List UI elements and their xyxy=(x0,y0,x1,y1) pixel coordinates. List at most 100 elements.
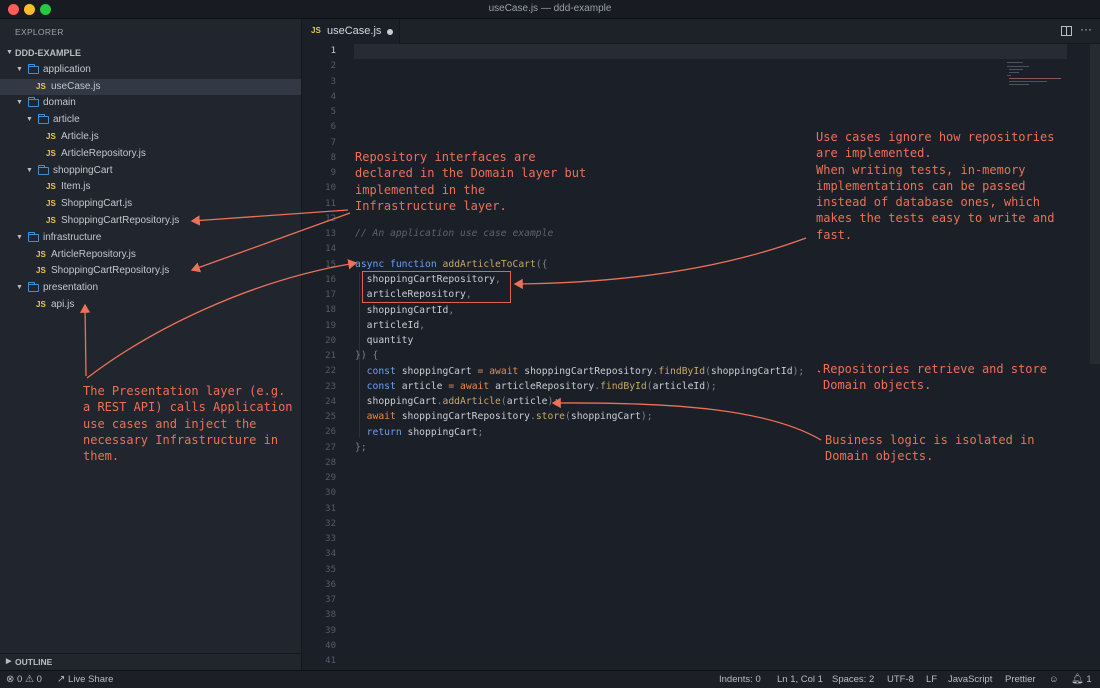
tree-file[interactable]: JS ShoppingCartRepository.js xyxy=(0,213,301,230)
line-number: 40 xyxy=(325,640,336,651)
tree-folder[interactable]: ▼ application xyxy=(0,62,301,79)
problems-indicator[interactable]: ⊗ 0 ⚠ 0 xyxy=(6,671,42,688)
line-number: 11 xyxy=(325,198,336,209)
warning-icon: ⚠ xyxy=(24,674,34,685)
line-number: 16 xyxy=(325,274,336,285)
editor-tab-bar: JS useCase.js ··· xyxy=(302,19,1100,44)
chevron-down-icon: ▼ xyxy=(26,166,33,174)
tree-item-label: application xyxy=(43,63,91,75)
line-number: 23 xyxy=(325,381,336,392)
current-line-highlight xyxy=(354,44,1067,59)
line-number: 41 xyxy=(325,656,336,666)
annotation-use-cases: Use cases ignore how repositories are im… xyxy=(816,130,1055,242)
tree-folder[interactable]: ▼ shoppingCart xyxy=(0,163,301,180)
line-number: 17 xyxy=(325,290,336,300)
line-number: 21 xyxy=(325,351,336,361)
tree-folder[interactable]: ▼ infrastructure xyxy=(0,230,301,247)
annotation-repositories: Repositories retrieve and store Domain o… xyxy=(823,362,1047,393)
tab-label: useCase.js xyxy=(327,25,382,37)
outline-section-header[interactable]: ▶ OUTLINE xyxy=(0,653,301,670)
tree-item-label: ArticleRepository.js xyxy=(51,248,136,260)
explorer-title: EXPLORER xyxy=(15,27,64,37)
line-number: 8 xyxy=(330,152,336,163)
line-number: 25 xyxy=(325,412,336,422)
tree-item-label: Article.js xyxy=(61,130,99,142)
tree-file[interactable]: JS Item.js xyxy=(0,179,301,196)
line-number: 37 xyxy=(325,595,336,605)
folder-icon xyxy=(28,282,39,293)
code-line-22: const shoppingCart = await shoppingCartR… xyxy=(366,366,805,377)
line-number: 20 xyxy=(325,335,336,346)
javascript-file-icon: JS xyxy=(36,299,46,309)
language-mode[interactable]: JavaScript xyxy=(948,671,992,688)
line-number: 29 xyxy=(325,473,336,483)
line-number: 32 xyxy=(325,518,336,529)
code-line-13: // An application use case example xyxy=(355,228,554,239)
annotation-business-logic: Business logic is isolated in Domain obj… xyxy=(825,433,1035,464)
line-number: 33 xyxy=(325,534,336,544)
tree-file[interactable]: JS ShoppingCartRepository.js xyxy=(0,263,301,280)
line-number: 5 xyxy=(330,107,336,117)
editor-scrollbar[interactable] xyxy=(1090,44,1100,364)
tree-root-folder[interactable]: ▼ DDD-EXAMPLE xyxy=(0,45,301,62)
tree-file[interactable]: JS ShoppingCart.js xyxy=(0,196,301,213)
live-share-icon: ↗ xyxy=(57,674,66,685)
line-number: 30 xyxy=(325,488,336,499)
line-number: 18 xyxy=(325,305,336,316)
minimap[interactable] xyxy=(1007,60,1063,86)
bell-icon: 🔔︎ xyxy=(1071,674,1084,685)
code-line-27: }; xyxy=(355,442,367,453)
line-number: 27 xyxy=(325,442,336,453)
spaces-indicator[interactable]: Spaces: 2 xyxy=(832,671,874,688)
code-line-19: articleId, xyxy=(366,320,426,331)
line-number: 24 xyxy=(325,396,336,407)
line-number: 19 xyxy=(325,320,336,331)
tree-item-label: domain xyxy=(43,97,76,109)
status-bar: ⊗ 0 ⚠ 0 ↗ Live Share Indents: 0 Ln 1, Co… xyxy=(0,670,1100,688)
line-number: 14 xyxy=(325,244,336,255)
explorer-sidebar: EXPLORER ▼ DDD-EXAMPLE ▼ application JS use… xyxy=(0,19,302,670)
tree-root-label: DDD-EXAMPLE xyxy=(15,48,82,58)
tree-file[interactable]: JS useCase.js xyxy=(0,78,301,96)
tree-item-label: presentation xyxy=(43,282,99,294)
line-number: 3 xyxy=(330,76,336,87)
error-icon: ⊗ xyxy=(6,674,15,685)
chevron-down-icon: ▼ xyxy=(16,233,23,241)
formatter-indicator[interactable]: Prettier xyxy=(1005,671,1036,688)
tree-folder[interactable]: ▼ article xyxy=(0,112,301,129)
folder-icon xyxy=(38,164,49,175)
javascript-file-icon: JS xyxy=(46,182,56,192)
tree-item-label: shoppingCart xyxy=(53,164,113,176)
eol-indicator[interactable]: LF xyxy=(926,671,937,688)
live-share-button[interactable]: ↗ Live Share xyxy=(57,671,113,688)
annotation-repository-interfaces: Repository interfaces are declared in th… xyxy=(355,150,587,213)
split-editor-icon[interactable] xyxy=(1061,26,1072,36)
chevron-down-icon: ▼ xyxy=(16,99,23,107)
tree-folder[interactable]: ▼ domain xyxy=(0,95,301,112)
tree-file[interactable]: JS api.js xyxy=(0,297,301,314)
outline-label: OUTLINE xyxy=(15,657,53,667)
line-number: 26 xyxy=(325,427,336,438)
unsaved-dot-icon[interactable] xyxy=(387,29,393,35)
code-line-18: shoppingCartId, xyxy=(366,305,455,316)
tree-file[interactable]: JS ArticleRepository.js xyxy=(0,247,301,264)
more-actions-icon[interactable]: ··· xyxy=(1080,22,1092,36)
line-number: 39 xyxy=(325,625,336,636)
encoding-indicator[interactable]: UTF-8 xyxy=(887,671,914,688)
tree-item-label: infrastructure xyxy=(43,231,102,243)
code-line-15: async function addArticleToCart({ xyxy=(355,259,548,270)
indents-indicator[interactable]: Indents: 0 xyxy=(719,671,761,688)
feedback-smiley-icon[interactable]: ☺ xyxy=(1049,671,1059,688)
code-line-21: }) { xyxy=(355,350,379,361)
line-number: 9 xyxy=(330,168,336,178)
tree-folder[interactable]: ▼ presentation xyxy=(0,280,301,297)
tree-item-label: Item.js xyxy=(61,181,91,193)
tab-usecase-js[interactable]: JS useCase.js xyxy=(302,19,400,44)
chevron-right-icon: ▶ xyxy=(6,658,12,665)
notifications-button[interactable]: 🔔︎ 1 xyxy=(1071,671,1092,688)
tree-item-label: ShoppingCart.js xyxy=(61,198,133,210)
tree-file[interactable]: JS ArticleRepository.js xyxy=(0,146,301,163)
cursor-position[interactable]: Ln 1, Col 1 xyxy=(777,671,823,688)
javascript-file-icon: JS xyxy=(46,131,56,141)
tree-file[interactable]: JS Article.js xyxy=(0,129,301,146)
